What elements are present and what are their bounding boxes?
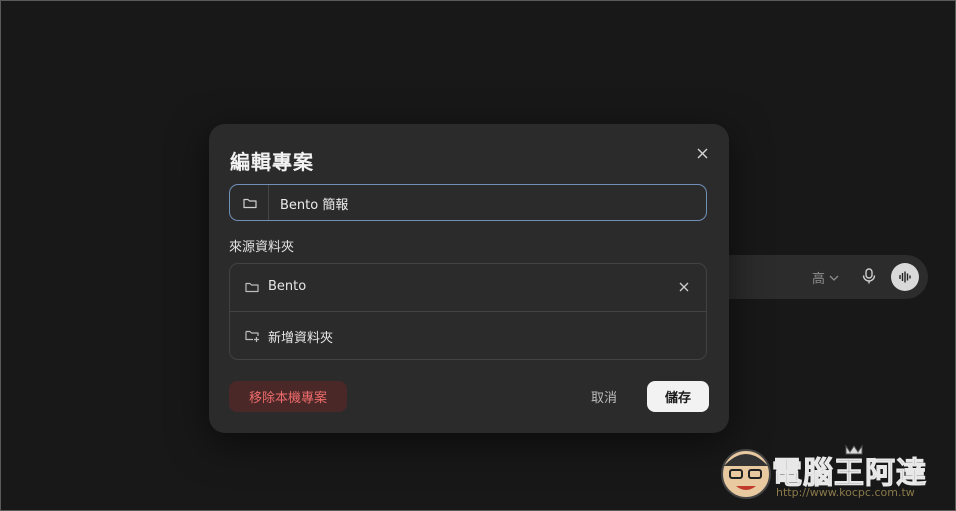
edit-project-dialog: 編輯專案 來源資料夾 Bento: [209, 124, 729, 433]
chevron-down-icon: [829, 275, 839, 281]
close-icon: [679, 282, 689, 292]
cancel-button[interactable]: 取消: [579, 381, 629, 412]
model-label: 高: [812, 272, 826, 287]
project-name-input[interactable]: [278, 185, 702, 222]
microphone-icon[interactable]: [860, 267, 878, 285]
add-folder-label: 新增資料夾: [268, 331, 334, 346]
close-icon: [697, 148, 707, 158]
voice-mode-button[interactable]: [891, 263, 919, 291]
add-folder-row[interactable]: 新增資料夾: [230, 312, 706, 359]
remove-local-project-button[interactable]: 移除本機專案: [229, 381, 347, 412]
folder-name: Bento: [268, 279, 307, 294]
folder-add-icon: [245, 330, 259, 342]
source-folder-list: Bento 新增資料夾: [229, 263, 707, 360]
remove-folder-button[interactable]: [676, 279, 692, 295]
close-button[interactable]: [693, 144, 711, 162]
field-divider: [268, 185, 269, 220]
list-item: Bento: [230, 264, 706, 312]
waveform-icon: [899, 271, 911, 283]
folder-icon: [243, 198, 257, 209]
model-selector[interactable]: 高: [812, 268, 839, 287]
folder-icon: [245, 282, 259, 293]
watermark-url: http://www.kocpc.com.tw: [776, 486, 915, 499]
source-folders-label: 來源資料夾: [229, 240, 295, 255]
dialog-title: 編輯專案: [230, 150, 314, 174]
save-button[interactable]: 儲存: [647, 381, 709, 412]
project-name-field[interactable]: [229, 184, 707, 222]
